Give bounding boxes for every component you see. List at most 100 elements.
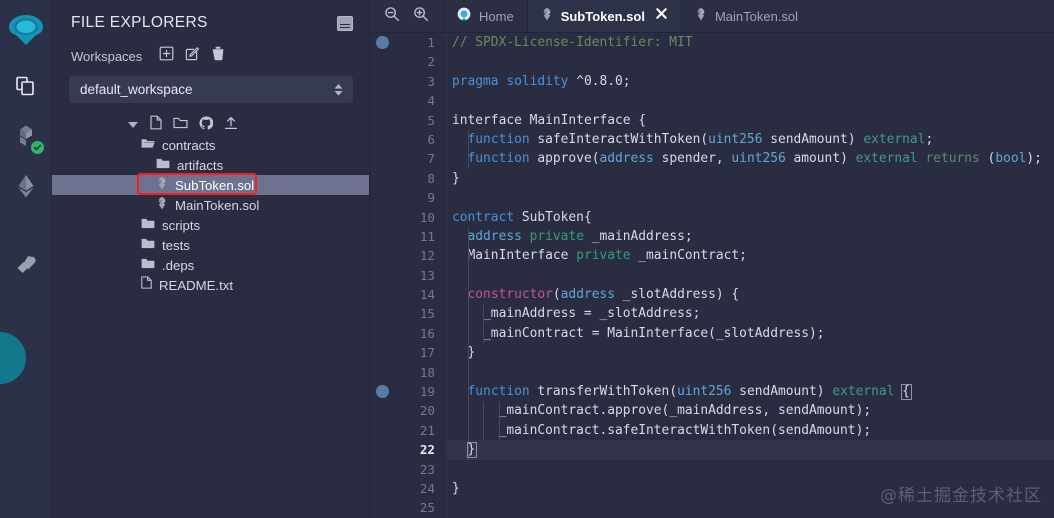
code-line[interactable] xyxy=(447,498,1054,517)
tree-item-readme-txt[interactable]: README.txt xyxy=(52,275,369,295)
code-token: private xyxy=(576,248,631,264)
remix-logo[interactable] xyxy=(4,8,48,52)
code-line[interactable]: _mainContract.approve(_mainAddress, send… xyxy=(447,401,1054,420)
code-line[interactable]: constructor(address _slotAddress) { xyxy=(447,285,1054,304)
panel-toggle-icon[interactable] xyxy=(337,15,353,31)
new-folder-icon[interactable] xyxy=(173,116,188,134)
tree-item-maintoken-sol[interactable]: MainToken.sol xyxy=(52,195,369,215)
tree-item-contracts[interactable]: contracts xyxy=(52,135,369,155)
code-token: ^0.8.0; xyxy=(568,73,631,89)
code-line[interactable]: } xyxy=(447,440,1054,460)
line-number: 6 xyxy=(427,131,435,147)
code-line[interactable] xyxy=(447,91,1054,110)
file-explorer-icon[interactable] xyxy=(6,66,46,106)
tree-item-tests[interactable]: tests xyxy=(52,235,369,255)
code-line[interactable]: // SPDX-License-Identifier: MIT xyxy=(447,33,1054,52)
line-number: 16 xyxy=(419,325,435,341)
code-line[interactable]: MainInterface private _mainContract; xyxy=(447,246,1054,265)
code-line[interactable]: } xyxy=(447,479,1054,498)
code-line[interactable] xyxy=(447,52,1054,71)
code-token: address xyxy=(560,287,615,303)
create-workspace-icon[interactable] xyxy=(159,46,174,66)
code-token: solidity xyxy=(506,73,569,89)
editor-tab-maintoken-sol[interactable]: MainToken.sol xyxy=(680,0,811,32)
editor-zoom-controls xyxy=(370,0,443,32)
rename-workspace-icon[interactable] xyxy=(185,46,200,66)
zoom-in-icon[interactable] xyxy=(413,6,429,27)
code-content[interactable]: // SPDX-License-Identifier: MIT pragma s… xyxy=(446,33,1054,518)
publish-icon[interactable] xyxy=(224,116,238,135)
line-number: 22 xyxy=(419,442,435,458)
code-token: function xyxy=(467,131,530,147)
code-token: _mainContract.safeInteractWithToken(send… xyxy=(452,422,872,438)
breakpoint-marker[interactable] xyxy=(376,36,389,49)
line-number: 2 xyxy=(427,54,435,70)
solidity-file-icon xyxy=(156,176,168,195)
github-icon[interactable] xyxy=(199,115,214,135)
line-number: 11 xyxy=(419,228,435,244)
tree-item-label: README.txt xyxy=(159,277,234,293)
code-editor[interactable]: 1 2 3 4 5 6 7 8 9 10 11 12 13 14 15 16 17 18 19 20 21 22 23 24 2… xyxy=(370,33,1054,518)
line-number: 21 xyxy=(419,422,435,438)
code-line[interactable]: function approve(address spender, uint25… xyxy=(447,149,1054,168)
tree-item-label: SubToken.sol xyxy=(175,177,255,193)
workspace-select[interactable]: default_workspace xyxy=(69,76,353,103)
code-line[interactable] xyxy=(447,188,1054,207)
tree-item-artifacts[interactable]: artifacts xyxy=(52,155,369,175)
code-line[interactable]: _mainContract = MainInterface(_slotAddre… xyxy=(447,324,1054,343)
code-token: interface xyxy=(452,112,522,128)
left-icon-rail xyxy=(0,0,52,518)
delete-workspace-icon[interactable] xyxy=(211,46,225,66)
code-token: function xyxy=(467,151,530,167)
decorative-teal-circle xyxy=(0,332,26,384)
solidity-compiler-icon[interactable] xyxy=(6,116,46,156)
code-token: constructor xyxy=(467,287,553,303)
line-number: 18 xyxy=(419,364,435,380)
code-line[interactable] xyxy=(447,266,1054,285)
close-icon[interactable] xyxy=(655,7,668,25)
compiler-success-badge xyxy=(30,141,44,154)
folder-icon xyxy=(141,216,155,234)
code-line[interactable]: contract SubToken{ xyxy=(447,208,1054,227)
new-file-icon[interactable] xyxy=(150,115,162,135)
workspace-select-value: default_workspace xyxy=(80,82,193,97)
panel-title: FILE EXPLORERS xyxy=(71,14,208,31)
editor-area: Home SubToken.sol MainToken.sol 1234567891… xyxy=(370,0,1054,518)
code-line[interactable] xyxy=(447,460,1054,479)
code-line[interactable]: interface MainInterface { xyxy=(447,111,1054,130)
code-token: address xyxy=(467,228,522,244)
file-tree: contracts artifacts SubToken.sol MainToken.… xyxy=(52,115,369,295)
editor-tab-home[interactable]: Home xyxy=(443,0,527,32)
plugin-manager-icon[interactable] xyxy=(6,244,46,284)
collapse-all-caret-icon[interactable] xyxy=(128,122,138,128)
code-line[interactable]: address private _mainAddress; xyxy=(447,227,1054,246)
breakpoint-marker[interactable] xyxy=(376,385,389,399)
zoom-out-icon[interactable] xyxy=(384,6,400,27)
line-number: 14 xyxy=(419,287,435,303)
code-line[interactable]: function safeInteractWithToken(uint256 s… xyxy=(447,130,1054,149)
code-line[interactable]: } xyxy=(447,169,1054,188)
code-token: _mainContract.approve(_mainAddress, send… xyxy=(452,403,872,419)
code-line[interactable]: } xyxy=(447,343,1054,362)
code-line[interactable]: _mainAddress = _slotAddress; xyxy=(447,304,1054,323)
solidity-file-icon xyxy=(541,7,553,26)
code-line[interactable]: function transferWithToken(uint256 sendA… xyxy=(447,382,1054,401)
tree-item-deps[interactable]: .deps xyxy=(52,255,369,275)
code-line[interactable]: pragma solidity ^0.8.0; xyxy=(447,72,1054,91)
editor-tab-subtoken-sol[interactable]: SubToken.sol xyxy=(526,0,681,32)
breakpoint-gutter[interactable] xyxy=(370,33,396,518)
tree-item-subtoken-sol[interactable]: SubToken.sol xyxy=(52,175,369,195)
code-token: pragma xyxy=(452,73,499,89)
deploy-run-icon[interactable] xyxy=(6,166,46,206)
code-line[interactable]: _mainContract.safeInteractWithToken(send… xyxy=(447,421,1054,440)
code-token: returns xyxy=(925,151,980,167)
code-line[interactable] xyxy=(447,363,1054,382)
line-number: 10 xyxy=(419,209,435,225)
tree-item-scripts[interactable]: scripts xyxy=(52,215,369,235)
workspaces-label: Workspaces xyxy=(71,48,143,64)
line-number: 13 xyxy=(419,267,435,283)
